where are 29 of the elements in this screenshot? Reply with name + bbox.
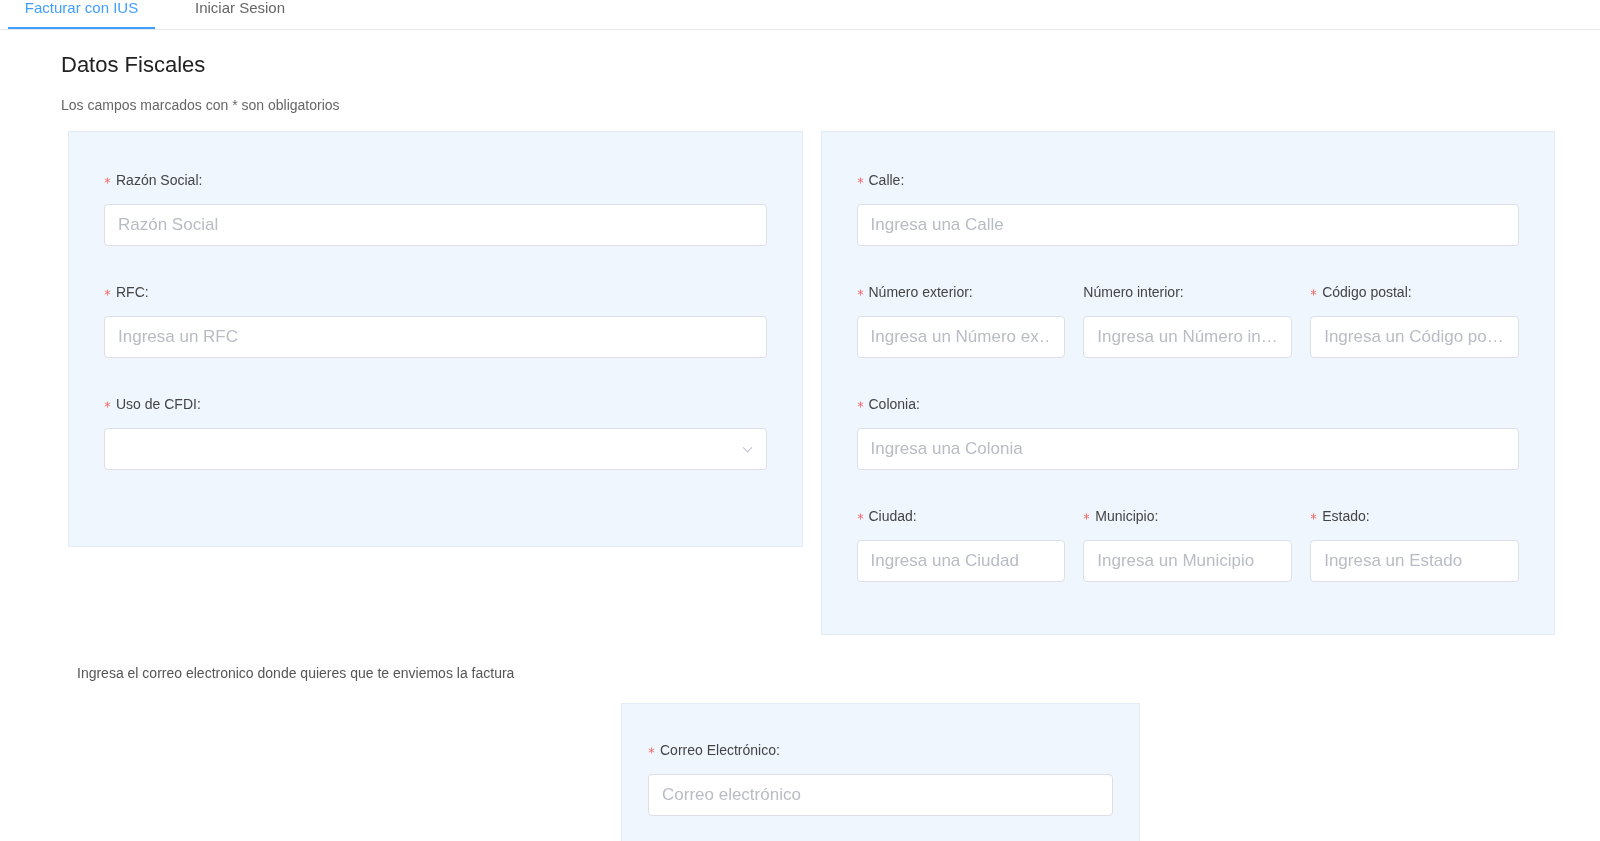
field-label: Calle: [868,172,905,188]
text-field[interactable]: Razón Social [104,204,767,246]
email-note: Ingresa el correo electronico donde quieres que te enviemos la factura [77,665,516,681]
required-note: Los campos marcados con * son obligatorios [61,97,341,113]
text-field[interactable]: Ingresa un Número in… [1083,316,1293,358]
text-field[interactable]: Ingresa un Número ex… [856,316,1066,358]
field-label: Razón Social: [116,172,203,188]
text-field[interactable]: Correo electrónico [648,774,1113,816]
field-label: Colonia: [868,396,920,412]
text-field[interactable]: Ingresa una Calle [856,204,1519,246]
text-field[interactable]: Ingresa un Código po… [1310,316,1519,358]
chevron-down-icon [741,445,753,453]
page-title: Datos Fiscales [61,52,206,78]
field-label: Estado: [1322,508,1370,524]
text-field[interactable]: Ingresa un Municipio [1083,540,1293,582]
field-label: RFC: [116,284,149,300]
tab[interactable]: Iniciar Sesion [155,0,302,29]
field-label: Correo Electrónico: [660,742,780,758]
select-field[interactable] [104,428,767,470]
text-field[interactable]: Ingresa un Estado [1310,540,1519,582]
field-label: Municipio: [1095,508,1159,524]
field-label: Número interior: [1083,284,1184,300]
field-label: Ciudad: [868,508,917,524]
field-label: Uso de CFDI: [116,396,201,412]
field-label: Número exterior: [868,284,973,300]
field-label: Código postal: [1322,284,1412,300]
text-field[interactable]: Ingresa una Colonia [856,428,1519,470]
text-field[interactable]: Ingresa un RFC [104,316,767,358]
text-field[interactable]: Ingresa una Ciudad [856,540,1066,582]
